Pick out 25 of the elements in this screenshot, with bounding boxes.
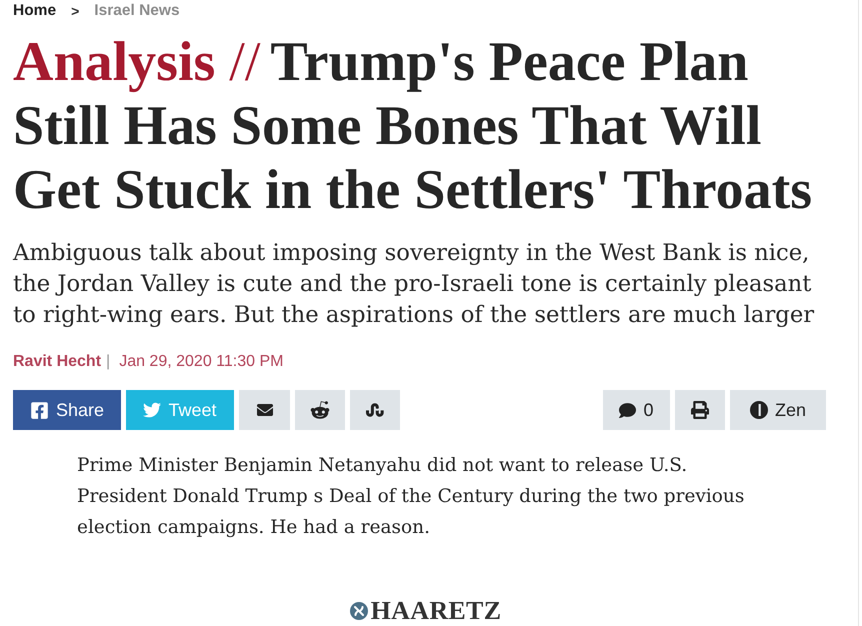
logo-emblem-icon xyxy=(350,602,368,620)
article-headline: Analysis // Trump's Peace Plan Still Has Some Bones That Will Get Stuck in the Settlers' Throats xyxy=(13,30,814,222)
share-button[interactable]: Share xyxy=(13,390,121,430)
byline-separator: | xyxy=(106,352,110,372)
comments-button[interactable]: 0 xyxy=(603,390,670,430)
breadcrumb-link[interactable]: Home xyxy=(13,2,56,20)
print-button[interactable] xyxy=(675,390,725,430)
circle-bar-icon xyxy=(750,401,768,419)
bird-icon xyxy=(143,401,162,419)
envelope-icon xyxy=(256,402,272,418)
printer-icon xyxy=(691,401,709,419)
reddit-button[interactable] xyxy=(295,390,345,430)
article-paragraph: Prime Minister Benjamin Netanyahu did not want to release U.S. President Donald Trump s Deal of the Century during the two previous election campaigns. He had a reason. xyxy=(77,454,746,540)
publish-date: Jan 29, 2020 11:30 PM xyxy=(119,352,284,372)
su-logo-icon xyxy=(366,401,384,419)
alien-face-icon xyxy=(310,400,330,420)
logo-wordmark: HAARETZ xyxy=(370,597,502,625)
zen-button[interactable]: Zen xyxy=(730,390,826,430)
article-subtitle: Ambiguous talk about imposing sovereignty in the West Bank is nice, the Jordan Valley is cute and the pro-Israeli tone is certainly pleasant to right-wing ears. But the aspirations of the settlers are much larger xyxy=(13,239,816,330)
breadcrumb-separator: > xyxy=(71,2,80,20)
author-link[interactable]: Ravit Hecht xyxy=(13,352,102,372)
f-logo-icon xyxy=(30,400,49,420)
speech-bubble-icon xyxy=(619,402,636,418)
stumbleupon-button[interactable] xyxy=(350,390,400,430)
email-button[interactable] xyxy=(239,390,290,430)
